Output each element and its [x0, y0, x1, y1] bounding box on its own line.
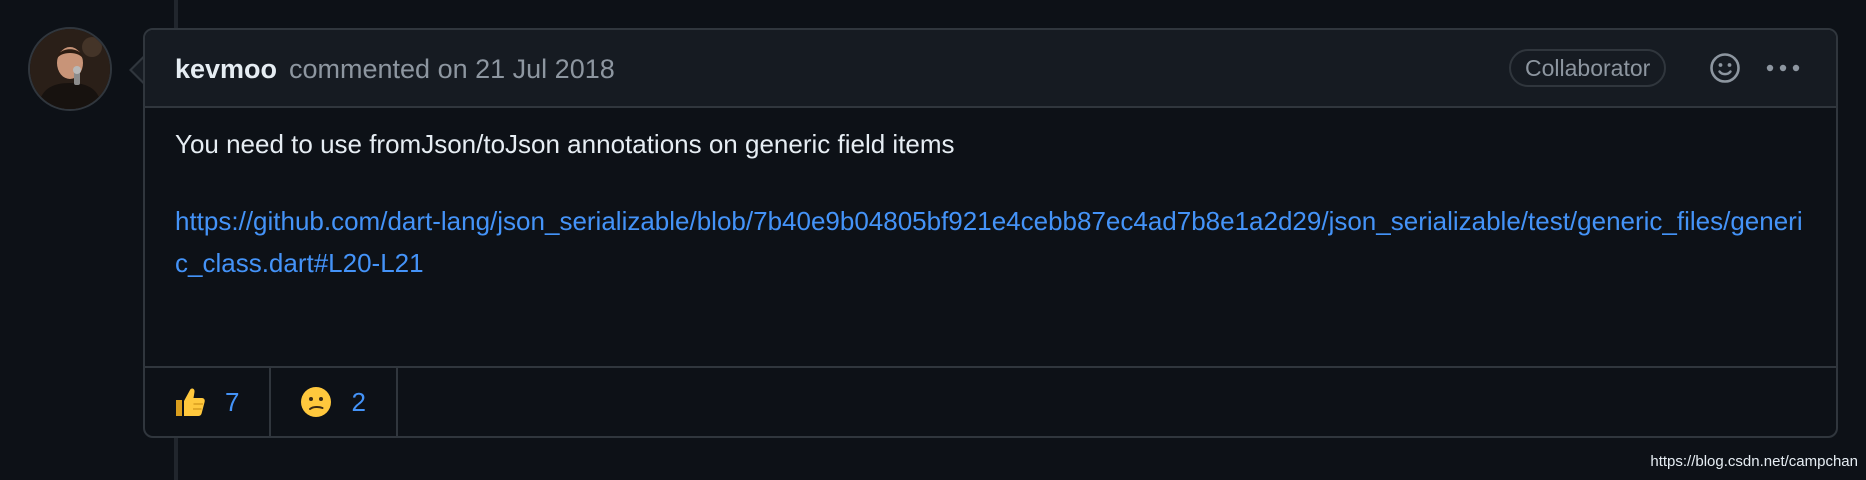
confused-face-emoji-icon [301, 387, 332, 417]
kebab-horizontal-icon [1766, 64, 1800, 72]
author-link[interactable]: kevmoo [175, 54, 277, 85]
watermark: https://blog.csdn.net/campchan [1650, 453, 1858, 470]
collaborator-badge: Collaborator [1509, 49, 1667, 87]
add-reaction-button[interactable] [1705, 48, 1745, 88]
reaction-count: 7 [225, 386, 240, 417]
comment-text: You need to use fromJson/toJson annotati… [175, 129, 955, 159]
thumbs-up-emoji-icon [176, 388, 205, 416]
comment-timestamp-link[interactable]: 21 Jul 2018 [475, 54, 615, 84]
comment-options-button[interactable] [1759, 48, 1807, 88]
comment-card: kevmoo commented on 21 Jul 2018 Collabor… [143, 28, 1838, 438]
comment-header: kevmoo commented on 21 Jul 2018 Collabor… [145, 30, 1836, 108]
reaction-thumbs-up-button[interactable]: 7 [145, 368, 272, 436]
reaction-confused-button[interactable]: 2 [271, 368, 398, 436]
comment-action-text: commented on [289, 54, 468, 84]
comment-meta: commented on 21 Jul 2018 [289, 54, 615, 85]
author-avatar[interactable] [28, 27, 112, 111]
comment-link[interactable]: https://github.com/dart-lang/json_serial… [175, 200, 1815, 284]
comment-body: You need to use fromJson/toJson annotati… [175, 126, 1815, 284]
reaction-count: 2 [351, 386, 366, 417]
smiley-icon [1710, 53, 1740, 83]
avatar-photo-icon [30, 29, 110, 109]
reactions-bar: 7 2 [145, 366, 1836, 436]
